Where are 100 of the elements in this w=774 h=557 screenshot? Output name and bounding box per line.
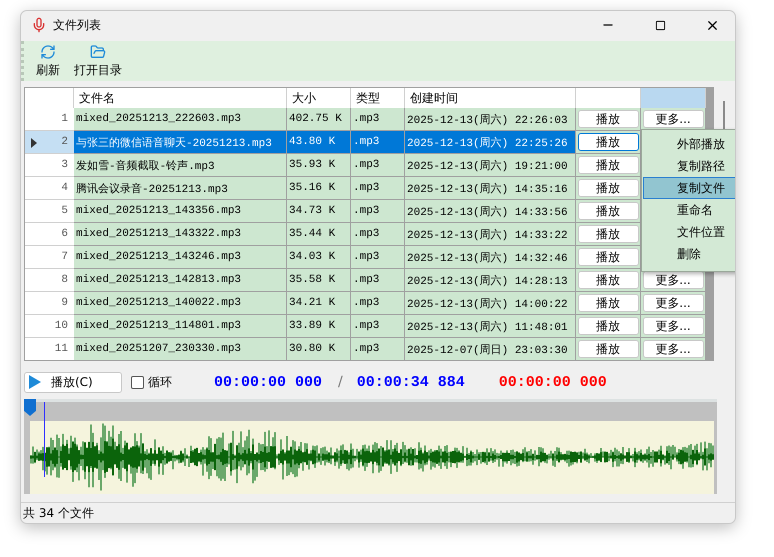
table-cell: 2025-12-13(周六) 14:33:22	[405, 223, 576, 246]
time-separator: /	[338, 374, 343, 390]
toolbar-button[interactable]: 打开目录	[72, 44, 124, 78]
folder-icon	[90, 44, 106, 60]
table-cell: mixed_20251207_230330.mp3	[74, 338, 287, 360]
table-cell: mixed_20251213_143322.mp3	[74, 223, 287, 246]
status-text: 共 34 个文件	[21, 502, 735, 523]
table-cell: .mp3	[351, 154, 405, 177]
play-button[interactable]: 播放	[578, 248, 638, 266]
microphone-icon	[31, 17, 47, 33]
table-cell: .mp3	[351, 108, 405, 131]
row-header[interactable]: 11	[25, 338, 74, 360]
play-button[interactable]: 播放	[578, 133, 638, 151]
table-cell: 2025-12-13(周六) 11:48:01	[405, 315, 576, 338]
play-icon	[29, 375, 41, 389]
column-header[interactable]: 创建时间	[405, 88, 576, 108]
play-button[interactable]: 播放	[578, 340, 638, 358]
table-cell: 2025-12-13(周六) 19:21:00	[405, 154, 576, 177]
seek-slider[interactable]	[24, 399, 717, 416]
menu-item[interactable]: 删除	[643, 243, 735, 265]
window-title: 文件列表	[53, 16, 102, 34]
more-button[interactable]: 更多...	[642, 110, 704, 128]
table-cell: 35.93 K	[287, 154, 351, 177]
table-cell: 2025-12-13(周六) 22:25:26	[405, 131, 576, 154]
more-button[interactable]: 更多...	[642, 271, 704, 289]
table-cell: 34.03 K	[287, 246, 351, 269]
table-cell: 30.80 K	[287, 338, 351, 360]
menu-item[interactable]: 复制文件	[643, 177, 735, 199]
more-button[interactable]: 更多...	[642, 340, 704, 358]
table-cell: .mp3	[351, 200, 405, 223]
play-button[interactable]: 播放(C)	[24, 372, 122, 392]
table-cell: .mp3	[351, 223, 405, 246]
current-row-icon	[31, 138, 37, 148]
table-cell: mixed_20251213_140022.mp3	[74, 292, 287, 315]
column-header[interactable]: 类型	[351, 88, 405, 108]
table-cell: 与张三的微信语音聊天-20251213.mp3	[74, 131, 287, 154]
table-cell: 34.21 K	[287, 292, 351, 315]
play-button[interactable]: 播放	[578, 271, 638, 289]
menu-item[interactable]: 复制路径	[643, 155, 735, 177]
loop-checkbox[interactable]	[131, 376, 144, 388]
table-cell: 2025-12-13(周六) 14:33:56	[405, 200, 576, 223]
play-button[interactable]: 播放	[578, 294, 638, 312]
row-header[interactable]: 9	[25, 292, 74, 315]
menu-item[interactable]: 重命名	[643, 199, 735, 221]
more-button[interactable]: 更多...	[642, 294, 704, 312]
table-cell: .mp3	[351, 315, 405, 338]
table-cell: .mp3	[351, 269, 405, 292]
table-cell: .mp3	[351, 131, 405, 154]
loop-label: 循环	[148, 374, 172, 390]
table-cell: 33.89 K	[287, 315, 351, 338]
row-header[interactable]: 2	[25, 131, 74, 154]
table-cell: 2025-12-13(周六) 14:32:46	[405, 246, 576, 269]
total-time: 00:00:34 884	[356, 374, 465, 390]
table-cell: 发如雪-音频截取-铃声.mp3	[74, 154, 287, 177]
table-cell: .mp3	[351, 177, 405, 200]
row-header[interactable]: 3	[25, 154, 74, 177]
table-cell: 2025-12-13(周六) 22:26:03	[405, 108, 576, 131]
table-cell: mixed_20251213_143356.mp3	[74, 200, 287, 223]
column-header[interactable]: 文件名	[74, 88, 287, 108]
table-cell: 402.75 K	[287, 108, 351, 131]
toolbar-button[interactable]: 刷新	[34, 44, 62, 78]
menu-item[interactable]: 文件位置	[643, 221, 735, 243]
table-cell: .mp3	[351, 292, 405, 315]
row-header[interactable]: 6	[25, 223, 74, 246]
table-cell: 43.80 K	[287, 131, 351, 154]
table-cell: 2025-12-13(周六) 14:35:16	[405, 177, 576, 200]
row-header[interactable]: 10	[25, 315, 74, 338]
row-header[interactable]: 4	[25, 177, 74, 200]
maximize-icon	[654, 20, 666, 30]
play-button[interactable]: 播放	[578, 202, 638, 220]
table-cell: mixed_20251213_222603.mp3	[74, 108, 287, 131]
current-time: 00:00:00 000	[214, 374, 322, 390]
table-cell: 35.16 K	[287, 177, 351, 200]
table-cell: 35.58 K	[287, 269, 351, 292]
row-header[interactable]: 8	[25, 269, 74, 292]
table-cell: mixed_20251213_114801.mp3	[74, 315, 287, 338]
table-cell: 2025-12-13(周六) 14:28:13	[405, 269, 576, 292]
table-cell: .mp3	[351, 246, 405, 269]
refresh-icon	[40, 44, 56, 60]
table-cell: mixed_20251213_143246.mp3	[74, 246, 287, 269]
corner-header	[25, 88, 74, 108]
table-cell: 2025-12-07(周日) 23:03:30	[405, 338, 576, 360]
play-button[interactable]: 播放	[578, 156, 638, 174]
play-button[interactable]: 播放	[578, 317, 638, 335]
table-cell: 2025-12-13(周六) 14:00:22	[405, 292, 576, 315]
play-button[interactable]: 播放	[578, 179, 638, 197]
row-header[interactable]: 1	[25, 108, 74, 131]
table-cell: mixed_20251213_142813.mp3	[74, 269, 287, 292]
menu-item[interactable]: 外部播放	[643, 133, 735, 155]
play-button[interactable]: 播放	[578, 110, 638, 128]
more-button[interactable]: 更多...	[642, 317, 704, 335]
play-button[interactable]: 播放	[578, 225, 638, 243]
column-header[interactable]: 大小	[287, 88, 351, 108]
row-header[interactable]: 7	[25, 246, 74, 269]
table-cell: 34.73 K	[287, 200, 351, 223]
table-cell: 35.44 K	[287, 223, 351, 246]
seek-thumb[interactable]	[24, 399, 36, 416]
row-header[interactable]: 5	[25, 200, 74, 223]
selection-time: 00:00:00 000	[498, 374, 607, 390]
table-cell: 腾讯会议录音-20251213.mp3	[74, 177, 287, 200]
